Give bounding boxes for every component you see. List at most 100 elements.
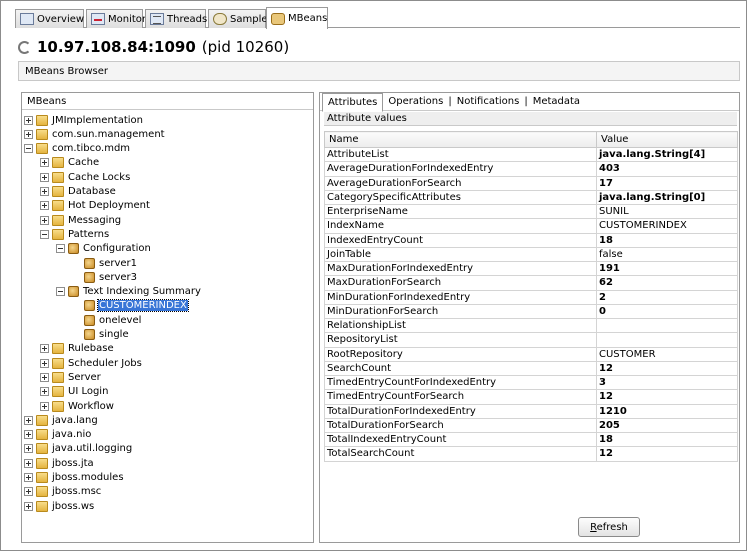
tree-node[interactable]: JMImplementation bbox=[24, 113, 144, 127]
tab-threads[interactable]: Threads bbox=[145, 9, 207, 28]
tree-node[interactable]: Configuration bbox=[56, 242, 152, 256]
tree-node[interactable]: com.sun.management bbox=[24, 127, 166, 141]
expand-icon[interactable] bbox=[24, 129, 33, 139]
attribute-value[interactable]: 3 bbox=[596, 374, 738, 391]
collapse-icon[interactable] bbox=[40, 229, 49, 239]
tree-node[interactable]: Cache Locks bbox=[40, 170, 131, 184]
table-row[interactable]: SearchCount 12 bbox=[324, 360, 738, 377]
attribute-value[interactable]: 2 bbox=[596, 289, 738, 305]
table-row[interactable]: RootRepository CUSTOMER bbox=[324, 346, 738, 362]
tree-node[interactable]: jboss.msc bbox=[24, 485, 102, 499]
expand-icon[interactable] bbox=[24, 430, 33, 440]
table-row[interactable]: RepositoryList bbox=[324, 332, 738, 348]
tree-node[interactable]: com.tibco.mdm bbox=[24, 142, 131, 156]
collapse-icon[interactable] bbox=[24, 144, 33, 154]
table-row[interactable]: AverageDurationForIndexedEntry 403 bbox=[324, 161, 738, 177]
table-row[interactable]: TotalDurationForSearch 205 bbox=[324, 417, 738, 434]
tree-node[interactable]: Scheduler Jobs bbox=[40, 356, 143, 370]
expand-icon[interactable] bbox=[40, 201, 49, 211]
expand-icon[interactable] bbox=[24, 444, 33, 454]
expand-icon[interactable] bbox=[24, 487, 33, 497]
expand-icon[interactable] bbox=[40, 215, 49, 225]
tree-node[interactable]: Rulebase bbox=[40, 342, 115, 356]
tree-node[interactable]: java.util.logging bbox=[24, 442, 133, 456]
expand-icon[interactable] bbox=[24, 115, 33, 125]
table-row[interactable]: RelationshipList bbox=[324, 317, 738, 334]
tab-metadata[interactable]: Metadata bbox=[528, 93, 585, 111]
tree-node[interactable]: jboss.modules bbox=[24, 471, 125, 485]
attribute-value[interactable]: 12 bbox=[596, 446, 738, 462]
table-row[interactable]: TimedEntryCountForSearch 12 bbox=[324, 389, 738, 405]
tree-node[interactable]: Text Indexing Summary bbox=[56, 285, 202, 299]
tree-node[interactable]: server3 bbox=[84, 270, 138, 284]
attribute-value[interactable]: 403 bbox=[596, 161, 738, 177]
attribute-value[interactable]: 1210 bbox=[596, 403, 738, 419]
tree-node[interactable]: Cache bbox=[40, 156, 100, 170]
tree-node[interactable]: CUSTOMERINDEX bbox=[84, 299, 189, 313]
tree-node[interactable]: Messaging bbox=[40, 213, 122, 227]
table-row[interactable]: TimedEntryCountForIndexedEntry 3 bbox=[324, 374, 738, 391]
collapse-icon[interactable] bbox=[56, 287, 65, 297]
tab-operations[interactable]: Operations bbox=[383, 93, 448, 111]
expand-icon[interactable] bbox=[40, 387, 49, 397]
tree-node[interactable]: java.nio bbox=[24, 428, 92, 442]
table-row[interactable]: JoinTable false bbox=[324, 246, 738, 263]
tree-node[interactable]: Database bbox=[40, 185, 117, 199]
expand-icon[interactable] bbox=[40, 344, 49, 354]
tab-notifications[interactable]: Notifications bbox=[452, 93, 525, 111]
attribute-value[interactable]: 12 bbox=[596, 360, 738, 377]
tab-attributes[interactable]: Attributes bbox=[322, 92, 384, 112]
attribute-value[interactable]: 12 bbox=[596, 389, 738, 405]
table-row[interactable]: TotalDurationForIndexedEntry 1210 bbox=[324, 403, 738, 419]
expand-icon[interactable] bbox=[40, 172, 49, 182]
expand-icon[interactable] bbox=[40, 372, 49, 382]
tree-node[interactable]: UI Login bbox=[40, 385, 109, 399]
expand-icon[interactable] bbox=[40, 158, 49, 168]
table-row[interactable]: IndexName CUSTOMERINDEX bbox=[324, 218, 738, 234]
tree-node[interactable]: jboss.jta bbox=[24, 456, 95, 470]
column-header-value[interactable]: Value bbox=[596, 131, 738, 148]
expand-icon[interactable] bbox=[40, 358, 49, 368]
tree-node[interactable]: Hot Deployment bbox=[40, 199, 151, 213]
tab-monitor[interactable]: Monitor bbox=[86, 9, 146, 28]
attribute-value[interactable]: 18 bbox=[596, 431, 738, 448]
attribute-value[interactable]: java.lang.String[4] bbox=[596, 146, 738, 163]
tab-sampler[interactable]: Sampler bbox=[208, 9, 272, 28]
table-row[interactable]: MinDurationForIndexedEntry 2 bbox=[324, 289, 738, 305]
table-row[interactable]: TotalIndexedEntryCount 18 bbox=[324, 431, 738, 448]
table-row[interactable]: TotalSearchCount 12 bbox=[324, 446, 738, 462]
attribute-value[interactable]: java.lang.String[0] bbox=[596, 189, 738, 206]
tab-overview[interactable]: Overview bbox=[15, 9, 84, 28]
expand-icon[interactable] bbox=[24, 501, 33, 511]
tree-node[interactable]: single bbox=[84, 328, 130, 342]
tree-node[interactable]: Server bbox=[40, 370, 102, 384]
expand-icon[interactable] bbox=[24, 458, 33, 468]
tree-node[interactable]: onelevel bbox=[84, 313, 142, 327]
attribute-value[interactable]: 0 bbox=[596, 303, 738, 320]
expand-icon[interactable] bbox=[24, 415, 33, 425]
expand-icon[interactable] bbox=[40, 187, 49, 196]
tab-mbeans[interactable]: MBeans bbox=[266, 7, 328, 29]
tree-node[interactable]: server1 bbox=[84, 256, 138, 270]
table-row[interactable]: EnterpriseName SUNIL bbox=[324, 203, 738, 220]
table-row[interactable]: MinDurationForSearch 0 bbox=[324, 303, 738, 320]
attribute-value[interactable]: CUSTOMER bbox=[596, 346, 738, 362]
tree-node[interactable]: Workflow bbox=[40, 399, 115, 413]
attribute-value[interactable]: 17 bbox=[596, 175, 738, 191]
tree-node[interactable]: java.lang bbox=[24, 413, 99, 427]
attribute-value[interactable]: 205 bbox=[596, 417, 738, 434]
table-row[interactable]: AverageDurationForSearch 17 bbox=[324, 175, 738, 191]
attribute-value[interactable]: 62 bbox=[596, 275, 738, 291]
table-row[interactable]: MaxDurationForSearch 62 bbox=[324, 275, 738, 291]
attribute-value[interactable]: 18 bbox=[596, 232, 738, 248]
collapse-icon[interactable] bbox=[56, 244, 65, 254]
expand-icon[interactable] bbox=[24, 473, 33, 482]
tree-node[interactable]: jboss.ws bbox=[24, 499, 95, 513]
table-row[interactable]: AttributeList java.lang.String[4] bbox=[324, 146, 738, 163]
attribute-value[interactable]: false bbox=[596, 246, 738, 263]
attribute-value[interactable]: 191 bbox=[596, 260, 738, 277]
attribute-value[interactable]: SUNIL bbox=[596, 203, 738, 220]
table-row[interactable]: MaxDurationForIndexedEntry 191 bbox=[324, 260, 738, 277]
tree-node[interactable]: Patterns bbox=[40, 227, 110, 241]
table-row[interactable]: IndexedEntryCount 18 bbox=[324, 232, 738, 248]
